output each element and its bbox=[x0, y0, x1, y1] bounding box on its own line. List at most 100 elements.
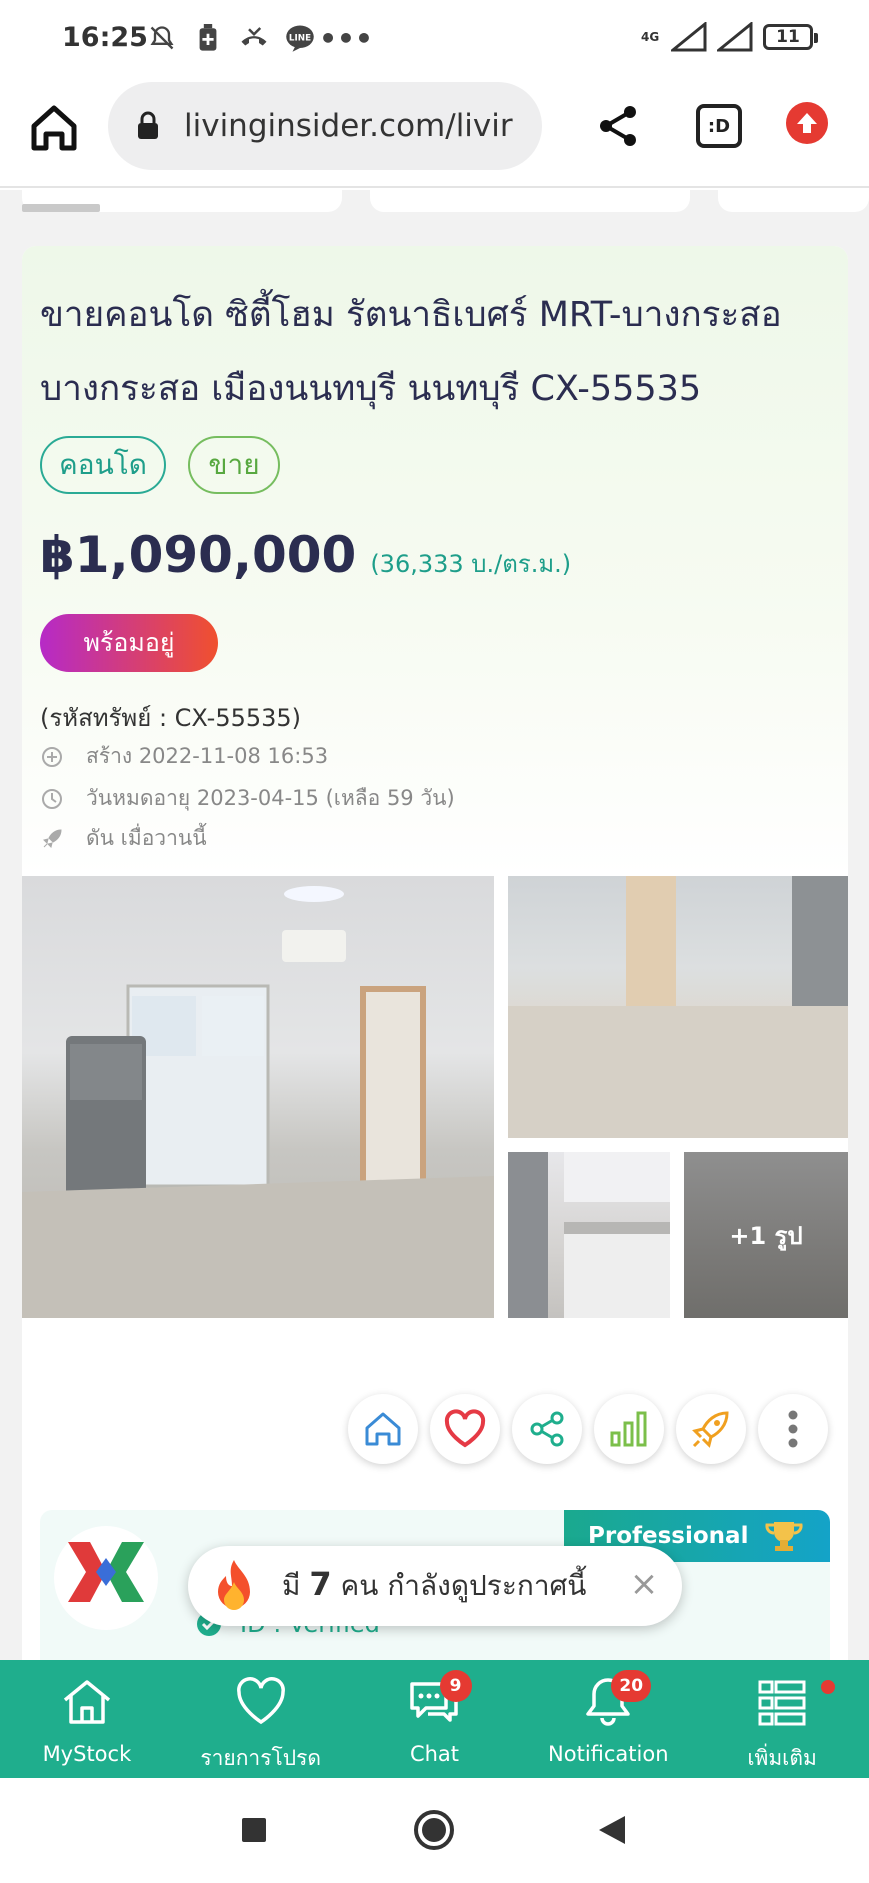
new-indicator-dot bbox=[820, 1680, 835, 1694]
viewers-prefix: มี bbox=[282, 1569, 301, 1602]
clock-icon bbox=[40, 787, 64, 811]
nav-label: รายการโปรด bbox=[200, 1746, 322, 1770]
heart-icon bbox=[444, 1409, 486, 1448]
url-bar[interactable]: livinginsider.com/livir bbox=[108, 82, 542, 170]
rocket-icon bbox=[40, 827, 64, 851]
created-date-row: สร้าง 2022-11-08 16:53 bbox=[40, 740, 328, 773]
room-photo-illustration bbox=[22, 886, 494, 1318]
tabs-label: :D bbox=[707, 115, 731, 137]
asset-code: (รหัสทรัพย์ : CX-55535) bbox=[40, 704, 302, 732]
listing-actions bbox=[348, 1394, 828, 1464]
trophy-icon bbox=[765, 1522, 803, 1551]
circle-icon bbox=[414, 1810, 454, 1850]
ready-status-badge: พร้อมอยู่ bbox=[40, 614, 218, 672]
share-action-button[interactable] bbox=[512, 1394, 582, 1464]
arrow-up-icon bbox=[797, 113, 817, 133]
tag-sale[interactable]: ขาย bbox=[188, 436, 280, 494]
share-button[interactable] bbox=[594, 102, 642, 150]
listing-title: ขายคอนโด ซิตี้โฮม รัตนาธิเบศร์ MRT-บางกร… bbox=[40, 295, 782, 409]
home-outline-icon bbox=[365, 1412, 401, 1446]
battery-saver-icon bbox=[192, 22, 224, 54]
photo-3[interactable] bbox=[508, 1152, 670, 1318]
back-triangle-icon bbox=[599, 1816, 625, 1844]
bar-chart-icon bbox=[610, 1411, 647, 1447]
system-home-button[interactable] bbox=[412, 1808, 456, 1852]
status-bar: 16:25 LINE ••• 4G 11 bbox=[0, 0, 869, 78]
signal-icon-2 bbox=[717, 22, 753, 52]
boost-time: ดัน เมื่อวานนี้ bbox=[86, 826, 207, 850]
recents-button[interactable] bbox=[232, 1808, 276, 1852]
photo-main[interactable] bbox=[22, 876, 494, 1318]
line-app-icon: LINE bbox=[284, 22, 316, 54]
favorite-button[interactable] bbox=[430, 1394, 500, 1464]
share-icon bbox=[530, 1411, 564, 1447]
browser-toolbar: livinginsider.com/livir :D bbox=[0, 78, 869, 188]
system-navigation-bar bbox=[0, 1778, 869, 1883]
lock-icon bbox=[138, 111, 158, 139]
boost-button[interactable] bbox=[676, 1394, 746, 1464]
photo-2[interactable] bbox=[508, 876, 848, 1138]
stats-button[interactable] bbox=[594, 1394, 664, 1464]
nav-notification[interactable]: Notification 20 bbox=[521, 1660, 695, 1778]
battery-indicator: 11 bbox=[763, 24, 818, 50]
nav-label: เพิ่มเติม bbox=[747, 1746, 817, 1770]
square-icon bbox=[242, 1818, 266, 1842]
menu-list-icon bbox=[758, 1680, 806, 1726]
share-icon bbox=[600, 106, 636, 146]
close-icon[interactable]: × bbox=[628, 1564, 660, 1604]
nav-mystock[interactable]: MyStock bbox=[0, 1660, 174, 1778]
viewers-text: มี 7 คน กำลังดูประกาศนี้ bbox=[282, 1564, 586, 1608]
listing-card: ขายคอนโด ซิตี้โฮม รัตนาธิเบศร์ MRT-บางกร… bbox=[22, 246, 848, 1660]
more-dots-icon: ••• bbox=[319, 21, 373, 55]
nav-label: Notification bbox=[548, 1742, 669, 1766]
page-content: ขายคอนโด ซิตี้โฮม รัตนาธิเบศร์ MRT-บางกร… bbox=[0, 190, 869, 1660]
home-icon bbox=[31, 105, 77, 151]
viewers-toast: มี 7 คน กำลังดูประกาศนี้ × bbox=[188, 1546, 682, 1626]
status-system-icons: 4G 11 bbox=[641, 22, 818, 52]
notification-count-badge: 20 bbox=[611, 1670, 652, 1702]
status-notification-icons: LINE ••• bbox=[146, 21, 373, 55]
svg-text:LINE: LINE bbox=[289, 34, 311, 44]
more-photos-label: +1 รูป bbox=[729, 1221, 803, 1250]
more-vertical-icon bbox=[788, 1410, 798, 1448]
kitchen-photo-illustration bbox=[508, 1152, 670, 1318]
price-row: ฿1,090,000 (36,333 บ./ตร.ม.) bbox=[40, 526, 571, 584]
signal-icon bbox=[671, 22, 707, 52]
nav-favorites[interactable]: รายการโปรด bbox=[174, 1660, 348, 1778]
missed-call-icon bbox=[238, 22, 270, 54]
created-date: สร้าง 2022-11-08 16:53 bbox=[86, 744, 329, 768]
expiry-date: วันหมดอายุ 2023-04-15 (เหลือ 59 วัน) bbox=[86, 786, 455, 810]
plus-circle-icon bbox=[40, 745, 64, 769]
tabs-button[interactable]: :D bbox=[696, 104, 742, 148]
boost-row: ดัน เมื่อวานนี้ bbox=[40, 822, 207, 855]
home-action-button[interactable] bbox=[348, 1394, 418, 1464]
fire-icon bbox=[218, 1560, 250, 1610]
agent-logo[interactable] bbox=[54, 1526, 158, 1630]
back-button[interactable] bbox=[590, 1808, 634, 1852]
network-type: 4G bbox=[641, 30, 660, 44]
nav-label: MyStock bbox=[42, 1742, 132, 1766]
viewers-suffix: คน กำลังดูประกาศนี้ bbox=[340, 1569, 587, 1602]
listing-header: ขายคอนโด ซิตี้โฮม รัตนาธิเบศร์ MRT-บางกร… bbox=[22, 246, 848, 876]
home-button[interactable] bbox=[26, 100, 82, 156]
update-button[interactable] bbox=[786, 102, 828, 144]
battery-level: 11 bbox=[776, 27, 800, 47]
tag-condo[interactable]: คอนโด bbox=[40, 436, 166, 494]
chat-count-badge: 9 bbox=[439, 1670, 472, 1702]
nav-more[interactable]: เพิ่มเติม bbox=[695, 1660, 869, 1778]
carousel-card[interactable] bbox=[370, 190, 690, 212]
home-outline-icon bbox=[63, 1680, 110, 1724]
more-options-button[interactable] bbox=[758, 1394, 828, 1464]
bottom-nav: MyStock รายการโปรด Chat 9 Notification 2… bbox=[0, 1660, 869, 1778]
room-photo-illustration bbox=[508, 876, 848, 1138]
carousel-card[interactable] bbox=[718, 190, 869, 212]
photo-4[interactable]: +1 รูป bbox=[684, 1152, 848, 1318]
rocket-icon bbox=[692, 1411, 729, 1448]
carousel-indicator bbox=[22, 204, 100, 212]
expiry-date-row: วันหมดอายุ 2023-04-15 (เหลือ 59 วัน) bbox=[40, 782, 455, 815]
agent-x-logo bbox=[68, 1542, 144, 1602]
status-time: 16:25 bbox=[62, 22, 148, 53]
bell-muted-icon bbox=[146, 22, 178, 54]
price-per-sqm: (36,333 บ./ตร.ม.) bbox=[370, 550, 572, 578]
nav-chat[interactable]: Chat 9 bbox=[348, 1660, 522, 1778]
